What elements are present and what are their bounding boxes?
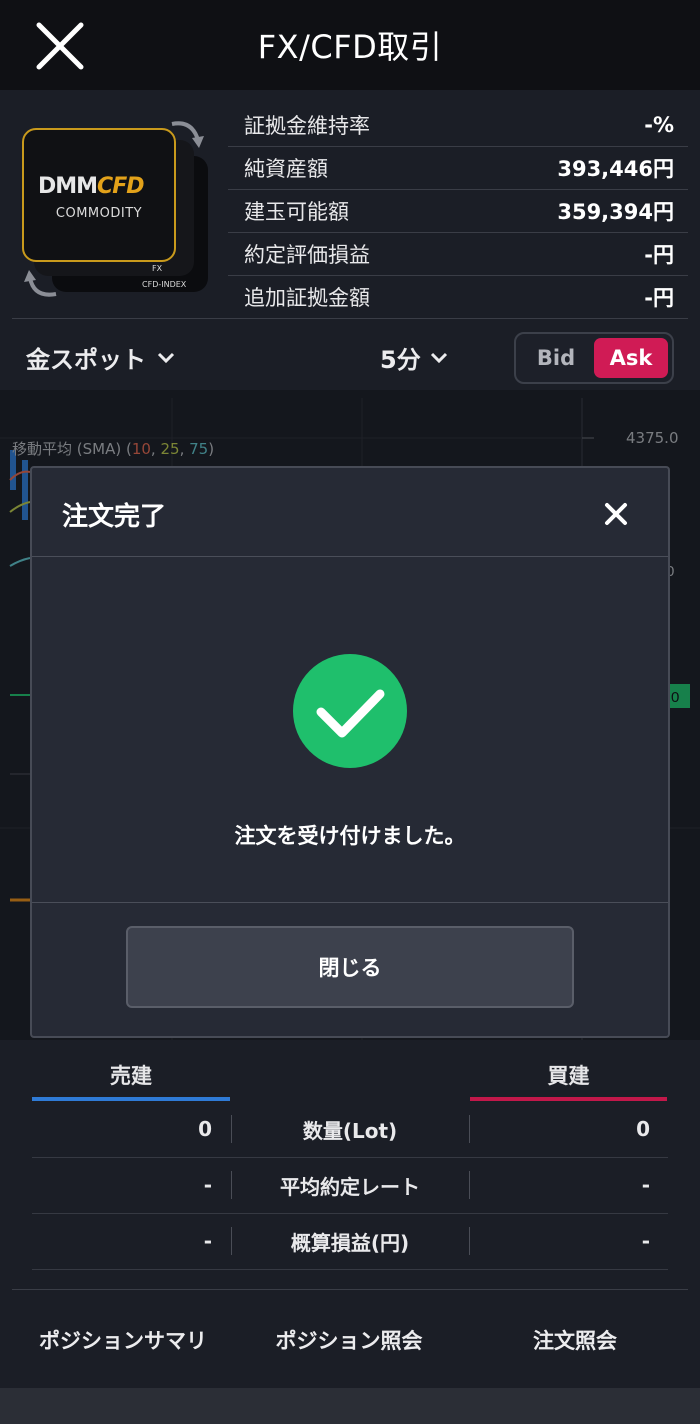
dialog-message: 注文を受け付けました。 xyxy=(234,824,466,848)
logo-tag-fx: FX xyxy=(152,264,163,273)
sell-value: - xyxy=(203,1229,212,1253)
bid-ask-toggle[interactable]: Bid Ask xyxy=(514,332,674,384)
timeframe-label: 5分 xyxy=(380,346,421,374)
logo-tag-index: CFD-INDEX xyxy=(142,280,187,289)
account-label: 純資産額 xyxy=(244,157,328,181)
account-value: -円 xyxy=(644,286,674,310)
sell-value: 0 xyxy=(198,1117,212,1141)
logo-card-front: DMMCFD COMMODITY xyxy=(22,128,176,262)
account-label: 追加証拠金額 xyxy=(244,286,370,310)
position-row-avg-rate: - 平均約定レート - xyxy=(32,1157,668,1214)
logo-subtitle: COMMODITY xyxy=(55,206,143,221)
dialog-divider xyxy=(32,902,668,903)
account-value: 359,394円 xyxy=(557,200,674,224)
ask-button[interactable]: Ask xyxy=(594,338,668,378)
account-row-net-assets: 純資産額 393,446円 xyxy=(228,147,688,190)
account-row-unrealized-pl: 約定評価損益 -円 xyxy=(228,233,688,276)
page-title: FX/CFD取引 xyxy=(257,28,443,66)
account-label: 証拠金維持率 xyxy=(244,114,370,138)
dialog-divider xyxy=(32,556,668,557)
bottom-bar xyxy=(0,1388,700,1424)
logo-brand-accent: CFD xyxy=(97,174,144,199)
logo-text: DMMCFD xyxy=(38,174,144,199)
position-row-pl: - 概算損益(円) - xyxy=(32,1213,668,1270)
order-inquiry-link[interactable]: 注文照会 xyxy=(472,1320,678,1360)
buy-value: - xyxy=(641,1173,650,1197)
buy-value: 0 xyxy=(636,1117,650,1141)
close-icon[interactable] xyxy=(34,20,86,72)
timeframe-selector[interactable]: 5分 xyxy=(380,340,449,375)
account-label: 建玉可能額 xyxy=(244,200,349,224)
position-summary-link[interactable]: ポジションサマリ xyxy=(20,1320,226,1360)
account-value: 393,446円 xyxy=(557,157,674,181)
chevron-down-icon xyxy=(430,352,447,363)
divider xyxy=(12,318,688,319)
account-value: -円 xyxy=(644,243,674,267)
account-value: -% xyxy=(644,113,674,137)
buy-value: - xyxy=(641,1229,650,1253)
rotate-arrow-icon xyxy=(171,121,204,148)
logo-brand: DMM xyxy=(38,174,98,199)
close-icon[interactable] xyxy=(598,496,634,532)
order-complete-dialog: 注文完了 注文を受け付けました。 閉じる xyxy=(30,466,670,1038)
position-inquiry-link[interactable]: ポジション照会 xyxy=(246,1320,452,1360)
row-label: 数量(Lot) xyxy=(302,1118,398,1143)
account-row-additional-margin: 追加証拠金額 -円 xyxy=(228,276,688,318)
account-row-margin-ratio: 証拠金維持率 -% xyxy=(228,104,688,147)
product-logo-switcher[interactable]: DMMCFD COMMODITY FX CFD-INDEX xyxy=(12,118,222,308)
bid-button[interactable]: Bid xyxy=(520,338,592,378)
chevron-down-icon xyxy=(157,352,175,363)
dialog-title: 注文完了 xyxy=(62,502,167,532)
sell-header: 売建 xyxy=(110,1064,152,1088)
dialog-close-button[interactable]: 閉じる xyxy=(126,926,574,1008)
row-label: 概算損益(円) xyxy=(290,1230,410,1255)
sell-value: - xyxy=(203,1173,212,1197)
divider xyxy=(12,1289,688,1290)
success-check-icon xyxy=(293,654,407,768)
rotate-arrow-icon-2 xyxy=(24,270,57,297)
account-label: 約定評価損益 xyxy=(244,243,370,267)
buy-header: 買建 xyxy=(547,1064,590,1088)
account-row-available: 建玉可能額 359,394円 xyxy=(228,190,688,233)
position-row-quantity: 0 数量(Lot) 0 xyxy=(32,1101,668,1158)
instrument-label: 金スポット xyxy=(26,346,146,374)
row-label: 平均約定レート xyxy=(280,1174,420,1199)
instrument-selector[interactable]: 金スポット xyxy=(26,340,176,375)
